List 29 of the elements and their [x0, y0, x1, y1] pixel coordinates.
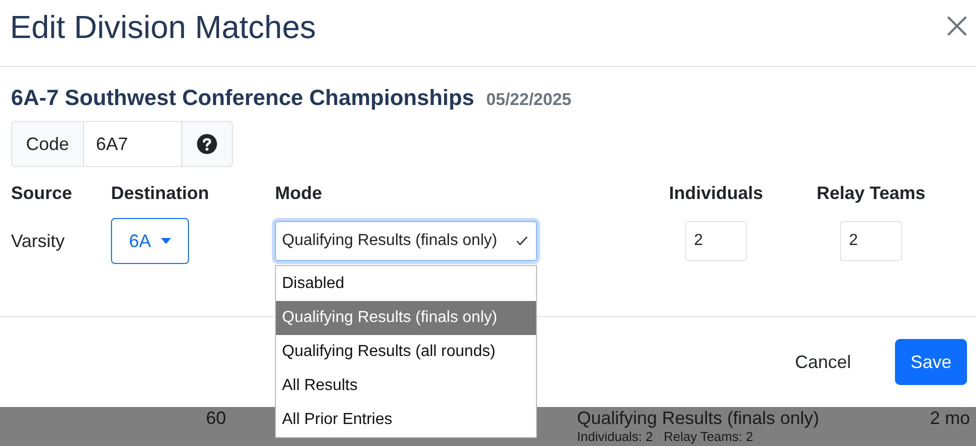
- mode-option[interactable]: Disabled: [276, 267, 536, 301]
- mode-option[interactable]: All Prior Entries: [276, 403, 536, 437]
- column-header: Destination: [111, 183, 210, 204]
- table-cell-text: Qualifying Results (finals only): [577, 408, 820, 428]
- table-cell-text: Individuals: 2 Relay Teams: 2: [577, 429, 754, 444]
- save-button[interactable]: Save: [895, 339, 967, 385]
- table-cell-text: 60: [204, 408, 226, 430]
- column-header: Mode: [275, 183, 323, 204]
- dialog-title: Edit Division Matches: [10, 8, 316, 46]
- mode-option[interactable]: Qualifying Results (all rounds): [276, 335, 536, 369]
- caret-icon: [161, 238, 172, 244]
- code-label: Code: [11, 121, 84, 167]
- table-cell-text: 2 mo: [930, 408, 970, 430]
- mode-option[interactable]: Qualifying Results (finals only): [276, 301, 536, 335]
- relay-teams-field[interactable]: 2: [840, 221, 902, 261]
- mode-select[interactable]: Qualifying Results (finals only): [275, 221, 537, 261]
- help-button[interactable]: [182, 121, 234, 167]
- meet-date: 05/22/2025: [486, 90, 572, 110]
- column-header: Relay Teams: [816, 183, 926, 204]
- help-icon: [197, 134, 218, 154]
- code-field[interactable]: 6A7: [84, 121, 182, 167]
- meet-name: 6A-7 Southwest Conference Championships: [11, 85, 474, 111]
- close-icon[interactable]: [946, 15, 968, 37]
- column-header: Individuals: [668, 183, 764, 204]
- destination-dropdown[interactable]: 6A: [111, 218, 189, 264]
- individuals-field[interactable]: 2: [685, 221, 747, 261]
- source-text: Varsity: [11, 230, 65, 252]
- mode-option[interactable]: All Results: [276, 369, 536, 403]
- column-header: Source: [11, 183, 74, 204]
